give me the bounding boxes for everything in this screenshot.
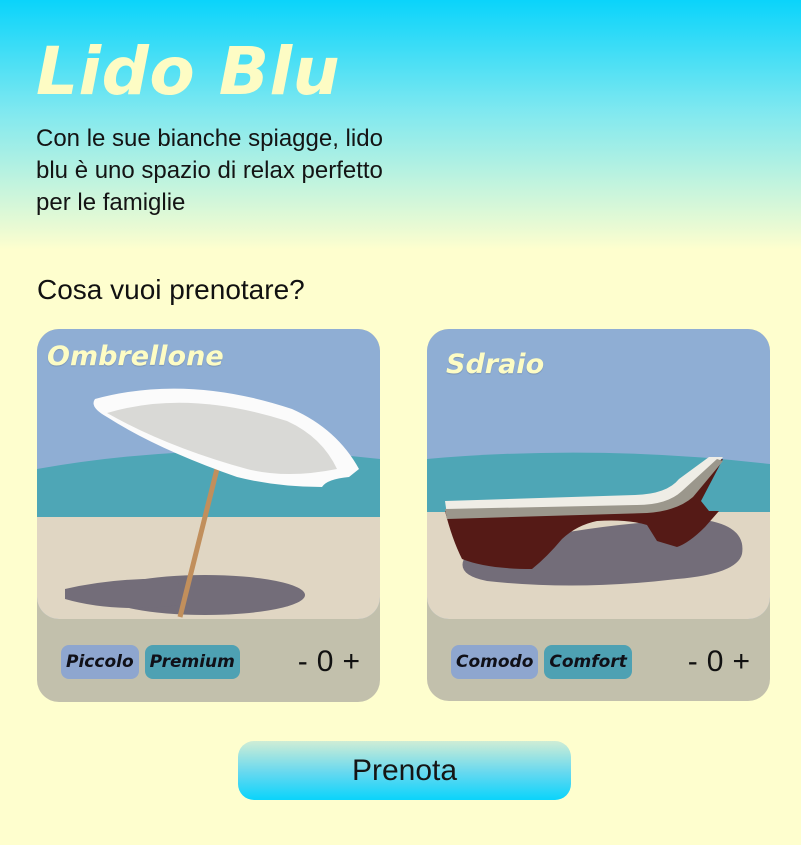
increment-button[interactable]: + [342, 644, 360, 680]
decrement-button[interactable]: - [298, 644, 308, 680]
tag-group: Piccolo Premium [61, 645, 240, 679]
card-sdraio: Sdraio Comodo Comfort - 0 + [427, 329, 770, 701]
page-subtitle: Con le sue bianche spiagge, lido blu è u… [36, 125, 383, 216]
umbrella-illustration [37, 329, 380, 619]
quantity-value: 0 [316, 645, 334, 678]
quantity-stepper: - 0 + [298, 644, 360, 680]
tag-comfort[interactable]: Comfort [544, 645, 632, 679]
tag-group: Comodo Comfort [451, 645, 632, 679]
tag-premium[interactable]: Premium [144, 645, 240, 679]
tag-comodo[interactable]: Comodo [451, 645, 539, 679]
prenota-button[interactable]: Prenota [238, 741, 571, 800]
card-title: Sdraio [446, 349, 545, 380]
quantity-value: 0 [706, 645, 724, 678]
page-title: Lido Blu [36, 33, 341, 110]
card-ombrellone: Ombrellone Piccolo Premium - 0 + [37, 329, 380, 702]
tag-piccolo[interactable]: Piccolo [61, 645, 139, 679]
card-title: Ombrellone [47, 341, 224, 372]
decrement-button[interactable]: - [688, 644, 698, 680]
increment-button[interactable]: + [732, 644, 750, 680]
quantity-stepper: - 0 + [688, 644, 750, 680]
booking-question: Cosa vuoi prenotare? [37, 274, 305, 305]
